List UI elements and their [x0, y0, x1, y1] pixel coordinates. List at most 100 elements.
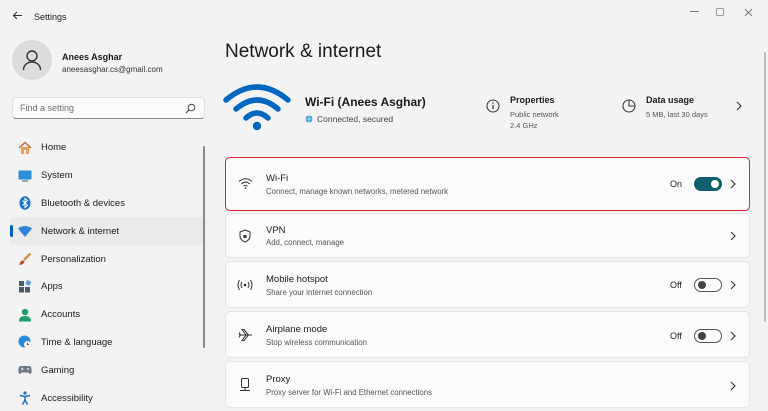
- vpn-card[interactable]: VPN Add, connect, manage: [225, 213, 750, 258]
- sidebar-item-label: Time & language: [41, 336, 113, 348]
- card-title: VPN: [266, 225, 286, 236]
- toggle-state-label: On: [670, 179, 683, 189]
- globe-clock-icon: [18, 335, 32, 349]
- sidebar-item-label: Home: [41, 142, 67, 154]
- properties-network-type: Public network: [510, 110, 559, 119]
- proxy-icon: [237, 377, 253, 393]
- search-input[interactable]: Find a setting: [12, 97, 205, 119]
- sidebar-item-personalization[interactable]: Personalization: [10, 245, 206, 273]
- properties-band: 2.4 GHz: [510, 121, 538, 130]
- card-title: Proxy: [266, 374, 291, 385]
- properties-title: Properties: [510, 95, 555, 105]
- card-title: Mobile hotspot: [266, 274, 328, 285]
- wifi-card[interactable]: Wi-Fi Connect, manage known networks, me…: [225, 157, 750, 211]
- back-button[interactable]: [8, 7, 26, 23]
- profile-name: Anees Asghar: [62, 52, 123, 62]
- title-bar: Settings: [0, 0, 768, 30]
- chevron-right-icon: [730, 331, 736, 341]
- toggle-knob: [698, 281, 706, 289]
- minimize-icon: [689, 11, 699, 12]
- sidebar-item-label: Apps: [41, 281, 63, 293]
- data-usage-amount: 5 MB, last 30 days: [646, 110, 708, 119]
- sidebar-nav: Home System Bluetooth & devices Network …: [10, 134, 206, 411]
- pie-chart-icon: [622, 99, 636, 113]
- airplane-mode-card[interactable]: Airplane mode Stop wireless communicatio…: [225, 311, 750, 358]
- proxy-card[interactable]: Proxy Proxy server for Wi-Fi and Etherne…: [225, 361, 750, 408]
- app-title: Settings: [34, 12, 67, 22]
- mobile-hotspot-toggle[interactable]: [694, 278, 722, 292]
- chevron-right-icon: [730, 231, 736, 241]
- sidebar-item-label: Network & internet: [41, 225, 120, 237]
- card-subtitle: Connect, manage known networks, metered …: [266, 187, 449, 196]
- network-icon: [18, 224, 32, 238]
- sidebar-item-label: System: [41, 170, 73, 182]
- info-icon: [486, 99, 500, 113]
- toggle-knob: [711, 180, 719, 188]
- sidebar-item-label: Accessibility: [41, 392, 93, 404]
- airplane-mode-toggle[interactable]: [694, 329, 722, 343]
- minimize-button[interactable]: [680, 4, 708, 20]
- search-icon: [185, 103, 196, 114]
- brush-icon: [18, 252, 32, 266]
- sidebar-item-label: Personalization: [41, 253, 106, 265]
- sidebar-item-label: Bluetooth & devices: [41, 197, 125, 209]
- mobile-hotspot-card[interactable]: Mobile hotspot Share your internet conne…: [225, 261, 750, 308]
- toggle-state-label: Off: [670, 331, 682, 341]
- hotspot-icon: [237, 277, 253, 293]
- toggle-knob: [698, 332, 706, 340]
- airplane-icon: [237, 327, 253, 343]
- connection-status-text: Connected, secured: [317, 114, 394, 124]
- chevron-right-icon: [730, 280, 736, 290]
- maximize-icon: [715, 7, 724, 16]
- card-subtitle: Add, connect, manage: [266, 238, 345, 247]
- sidebar-item-time-language[interactable]: Time & language: [10, 329, 206, 357]
- page-title: Network & internet: [225, 41, 382, 62]
- user-profile[interactable]: Anees Asghar aneesasghar.cs@gmail.com: [12, 40, 202, 84]
- chevron-right-icon: [730, 381, 736, 391]
- card-title: Wi-Fi: [266, 173, 289, 184]
- connected-network-name: Wi-Fi (Anees Asghar): [305, 95, 426, 109]
- sidebar-item-bluetooth[interactable]: Bluetooth & devices: [10, 190, 206, 218]
- sidebar-item-home[interactable]: Home: [10, 134, 206, 162]
- connection-status: Connected, secured: [305, 114, 393, 124]
- sidebar-scrollbar[interactable]: [203, 146, 205, 348]
- accessibility-icon: [18, 391, 32, 405]
- sidebar-item-apps[interactable]: Apps: [10, 273, 206, 301]
- card-subtitle: Share your internet connection: [266, 288, 373, 297]
- sidebar-item-accessibility[interactable]: Accessibility: [10, 384, 206, 411]
- sidebar-item-accounts[interactable]: Accounts: [10, 301, 206, 329]
- sidebar-item-label: Accounts: [41, 309, 81, 321]
- chevron-right-icon: [730, 179, 736, 189]
- close-icon: [744, 8, 752, 16]
- data-usage-title: Data usage: [646, 95, 695, 105]
- wifi-icon: [237, 175, 253, 191]
- bluetooth-icon: [18, 196, 32, 211]
- home-icon: [18, 141, 32, 155]
- sidebar-item-system[interactable]: System: [10, 162, 206, 190]
- accounts-icon: [18, 308, 32, 322]
- active-indicator: [10, 225, 13, 238]
- main-scrollbar[interactable]: [764, 52, 766, 322]
- card-title: Airplane mode: [266, 324, 328, 335]
- back-arrow-icon: [12, 11, 22, 19]
- close-button[interactable]: [734, 4, 762, 20]
- maximize-button[interactable]: [706, 4, 734, 20]
- search-placeholder: Find a setting: [20, 103, 75, 113]
- system-icon: [18, 169, 32, 183]
- avatar: [12, 40, 52, 80]
- gamepad-icon: [18, 363, 32, 377]
- apps-icon: [18, 279, 32, 294]
- toggle-state-label: Off: [670, 280, 682, 290]
- card-subtitle: Stop wireless communication: [266, 338, 367, 347]
- globe-icon: [305, 115, 313, 123]
- vpn-shield-icon: [237, 228, 253, 244]
- card-subtitle: Proxy server for Wi-Fi and Ethernet conn…: [266, 388, 432, 397]
- profile-email: aneesasghar.cs@gmail.com: [62, 65, 163, 74]
- wifi-toggle[interactable]: [694, 177, 722, 191]
- chevron-right-icon[interactable]: [735, 101, 743, 111]
- sidebar-item-gaming[interactable]: Gaming: [10, 356, 206, 384]
- wifi-large-icon: [223, 84, 291, 131]
- person-icon: [22, 50, 42, 71]
- sidebar-item-network[interactable]: Network & internet: [10, 217, 206, 246]
- sidebar-item-label: Gaming: [41, 364, 75, 376]
